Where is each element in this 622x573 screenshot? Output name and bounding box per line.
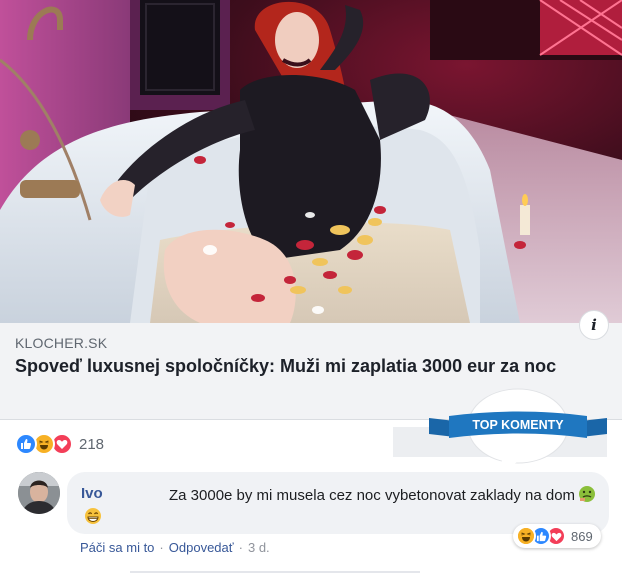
reply-link[interactable]: Odpovedať bbox=[169, 540, 234, 555]
facebook-post: i KLOCHER.SK Spoveď luxusnej spoločníčky… bbox=[0, 0, 622, 573]
nauseated-face-icon bbox=[579, 486, 596, 502]
info-icon[interactable]: i bbox=[579, 310, 609, 340]
avatar[interactable] bbox=[18, 472, 60, 514]
link-headline[interactable]: Spoveď luxusnej spoločníčky: Muži mi zap… bbox=[15, 354, 595, 379]
comment-reaction-count: 869 bbox=[571, 528, 593, 544]
post-image[interactable] bbox=[0, 0, 622, 323]
comment-text: Za 3000e by mi musela cez noc vybetonova… bbox=[169, 487, 576, 504]
comment-reactions[interactable]: 869 bbox=[513, 524, 601, 548]
separator-dot: · bbox=[238, 540, 243, 555]
haha-icon bbox=[516, 526, 536, 546]
like-comment-link[interactable]: Páči sa mi to bbox=[80, 540, 154, 555]
top-komenty-badge: TOP KOMENTY bbox=[429, 388, 607, 474]
comment-text-wrapper: Za 3000e by mi musela cez noc vybetonova… bbox=[81, 485, 601, 529]
post-reactions-summary[interactable]: 218 bbox=[15, 433, 104, 455]
comment-timestamp[interactable]: 3 d. bbox=[248, 540, 270, 555]
separator-dot: · bbox=[159, 540, 164, 555]
like-icon bbox=[15, 433, 37, 455]
reaction-count: 218 bbox=[79, 435, 105, 453]
top-komenty-label: TOP KOMENTY bbox=[472, 418, 564, 432]
grinning-face-icon bbox=[85, 508, 101, 524]
comment-author[interactable]: Ivo bbox=[81, 485, 103, 502]
comment-actions: Páči sa mi to · Odpovedať · 3 d. bbox=[80, 540, 270, 555]
link-domain: KLOCHER.SK bbox=[15, 335, 108, 351]
